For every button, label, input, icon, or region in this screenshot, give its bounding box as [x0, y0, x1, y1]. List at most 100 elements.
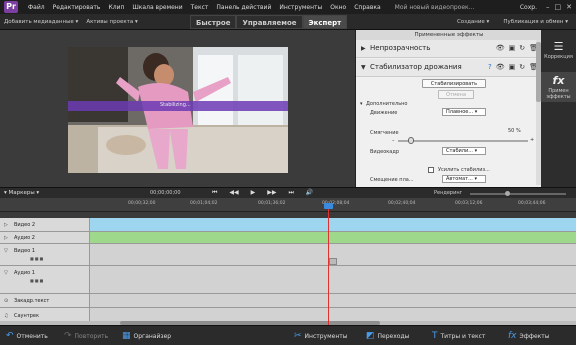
track-narration[interactable]: ⊙ Закадр.текст: [0, 294, 576, 308]
clip-marker-icon[interactable]: [329, 258, 337, 265]
smoothing-slider[interactable]: [398, 140, 528, 142]
tools-button[interactable]: ✂ Инструменты: [294, 326, 347, 345]
audio-1-clip-area[interactable]: [90, 266, 576, 293]
effect-stabilizer-label: Стабилизатор дрожания: [370, 63, 462, 71]
video-2-clip-area[interactable]: [90, 218, 576, 231]
audio-2-clip-area[interactable]: [90, 232, 576, 243]
motion-select[interactable]: Плавное... ▾: [442, 108, 486, 116]
playhead-handle[interactable]: [324, 203, 333, 209]
track-audio-2[interactable]: ▷ Аудио 2: [0, 232, 576, 244]
titles-icon: T: [432, 331, 438, 341]
organizer-button[interactable]: ▦ Органайзер: [122, 326, 171, 345]
zoom-slider-thumb[interactable]: [505, 191, 510, 196]
track-collapse-icon[interactable]: ▽: [4, 270, 8, 276]
track-label: Видео 1: [14, 248, 36, 254]
menu-window[interactable]: Окно: [326, 4, 350, 11]
zoom-slider[interactable]: [470, 193, 566, 195]
effect-opacity-row[interactable]: ▶ Непрозрачность 👁 ▣ ↻ 🗑: [356, 40, 542, 58]
microphone-icon[interactable]: ⊙: [4, 298, 8, 304]
toggle-icon[interactable]: ▣: [509, 44, 516, 52]
advanced-collapse-icon[interactable]: ▾: [360, 101, 363, 107]
track-controls-icon[interactable]: ■■■: [30, 256, 44, 261]
collapse-icon[interactable]: ▼: [361, 64, 366, 71]
redo-button[interactable]: ↷ Повторить: [64, 326, 108, 345]
timecode-display[interactable]: 00;00;00;00: [150, 190, 181, 196]
bottom-toolbar: ↶ Отменить ↷ Повторить ▦ Органайзер ✂ Ин…: [0, 325, 576, 345]
menu-timeline[interactable]: Шкала времени: [128, 4, 186, 11]
menu-clip[interactable]: Клип: [104, 4, 128, 11]
timeline-ruler[interactable]: 00;00;32;00 00;01;04;02 00;01;36;02 00;0…: [0, 198, 576, 212]
track-video-2[interactable]: ▷ Видео 2: [0, 218, 576, 232]
applied-effects-panel: Примененные эффекты ▶ Непрозрачность 👁 ▣…: [355, 30, 542, 187]
menu-tools[interactable]: Инструменты: [275, 4, 326, 11]
track-collapse-icon[interactable]: ▽: [4, 248, 8, 254]
tools-label: Инструменты: [304, 332, 348, 340]
slider-minus-icon[interactable]: –: [392, 138, 395, 144]
smoothing-slider-thumb[interactable]: [408, 137, 414, 144]
tab-expert[interactable]: Эксперт: [302, 15, 348, 29]
enhance-checkbox[interactable]: [428, 167, 434, 173]
transitions-button[interactable]: ◩ Переходы: [366, 326, 409, 345]
help-icon[interactable]: ?: [488, 63, 492, 71]
menu-text[interactable]: Текст: [187, 4, 213, 11]
add-media-button[interactable]: Добавить медиаданные ▾: [0, 19, 82, 25]
close-icon[interactable]: ✕: [566, 3, 572, 11]
tools-icon: ✂: [294, 331, 302, 341]
music-icon[interactable]: ♫: [4, 313, 8, 319]
offset-select[interactable]: Автомат... ▾: [442, 175, 486, 183]
toggle-icon[interactable]: ▣: [509, 63, 516, 71]
adjust-button[interactable]: ☰ Коррекция: [541, 40, 576, 60]
effects-button[interactable]: fx Эффекты: [508, 326, 550, 345]
advanced-section-label[interactable]: Дополнительно: [366, 101, 407, 107]
menu-edit[interactable]: Редактировать: [49, 4, 105, 11]
effect-stabilizer-row[interactable]: ▼ Стабилизатор дрожания ? 👁 ▣ ↻ 🗑: [356, 59, 542, 77]
track-label: Видео 2: [14, 222, 36, 228]
reset-icon[interactable]: ↻: [519, 44, 525, 52]
organizer-label: Органайзер: [133, 332, 172, 340]
track-expand-icon[interactable]: ▷: [4, 235, 8, 241]
tab-guided[interactable]: Управляемое: [236, 15, 303, 29]
eye-icon[interactable]: 👁: [496, 44, 505, 52]
publish-share-button[interactable]: Публикация и обмен ▾: [503, 19, 568, 25]
narration-clip-area[interactable]: [90, 294, 576, 307]
panel-title: Примененные эффекты: [356, 30, 542, 40]
step-back-icon[interactable]: ◀◀: [229, 189, 238, 197]
menu-action-bar[interactable]: Панель действий: [212, 4, 275, 11]
track-expand-icon[interactable]: ▷: [4, 222, 8, 228]
titles-button[interactable]: T Титры и текст: [432, 326, 485, 345]
minimize-icon[interactable]: –: [546, 3, 550, 11]
eye-icon[interactable]: 👁: [496, 63, 505, 71]
go-to-start-icon[interactable]: ⏮: [212, 189, 217, 197]
transitions-icon: ◩: [366, 331, 375, 341]
stabilize-button[interactable]: Стабилизировать: [422, 79, 486, 88]
track-label: Закадр.текст: [14, 298, 50, 304]
menu-help[interactable]: Справка: [350, 4, 384, 11]
cancel-button[interactable]: Отмена: [438, 90, 474, 99]
create-button[interactable]: Создание ▾: [457, 19, 489, 25]
play-icon[interactable]: ▶: [251, 189, 256, 197]
slider-plus-icon[interactable]: +: [530, 137, 534, 143]
expand-icon[interactable]: ▶: [361, 45, 366, 52]
transitions-label: Переходы: [377, 332, 410, 340]
go-to-end-icon[interactable]: ⏭: [289, 189, 294, 197]
markers-dropdown[interactable]: ▾ Маркеры ▾: [4, 190, 39, 196]
project-assets-button[interactable]: Активы проекта ▾: [82, 19, 141, 25]
save-button[interactable]: Сохр.: [516, 4, 541, 11]
volume-icon[interactable]: 🔊: [306, 189, 313, 197]
menu-file[interactable]: Файл: [24, 4, 49, 11]
reset-icon[interactable]: ↻: [519, 63, 525, 71]
maximize-icon[interactable]: □: [555, 3, 562, 11]
tab-quick[interactable]: Быстрое: [190, 15, 237, 29]
undo-button[interactable]: ↶ Отменить: [6, 326, 48, 345]
smoothing-value[interactable]: 50 %: [508, 128, 521, 134]
track-controls-icon[interactable]: ■■■: [30, 278, 44, 283]
ruler-tick: 00;03;44;06: [518, 201, 546, 206]
ruler-tick: 00;03;12;06: [455, 201, 483, 206]
applied-effects-button[interactable]: fx Примен эффекты: [541, 72, 576, 102]
track-audio-1[interactable]: ▽ Аудио 1 ■■■: [0, 266, 576, 294]
track-video-1[interactable]: ▽ Видео 1 ■■■: [0, 244, 576, 266]
step-forward-icon[interactable]: ▶▶: [267, 189, 276, 197]
render-button[interactable]: Рендеринг: [434, 190, 462, 196]
motion-label: Движение: [370, 110, 398, 116]
framing-select[interactable]: Стабили... ▾: [442, 147, 486, 155]
